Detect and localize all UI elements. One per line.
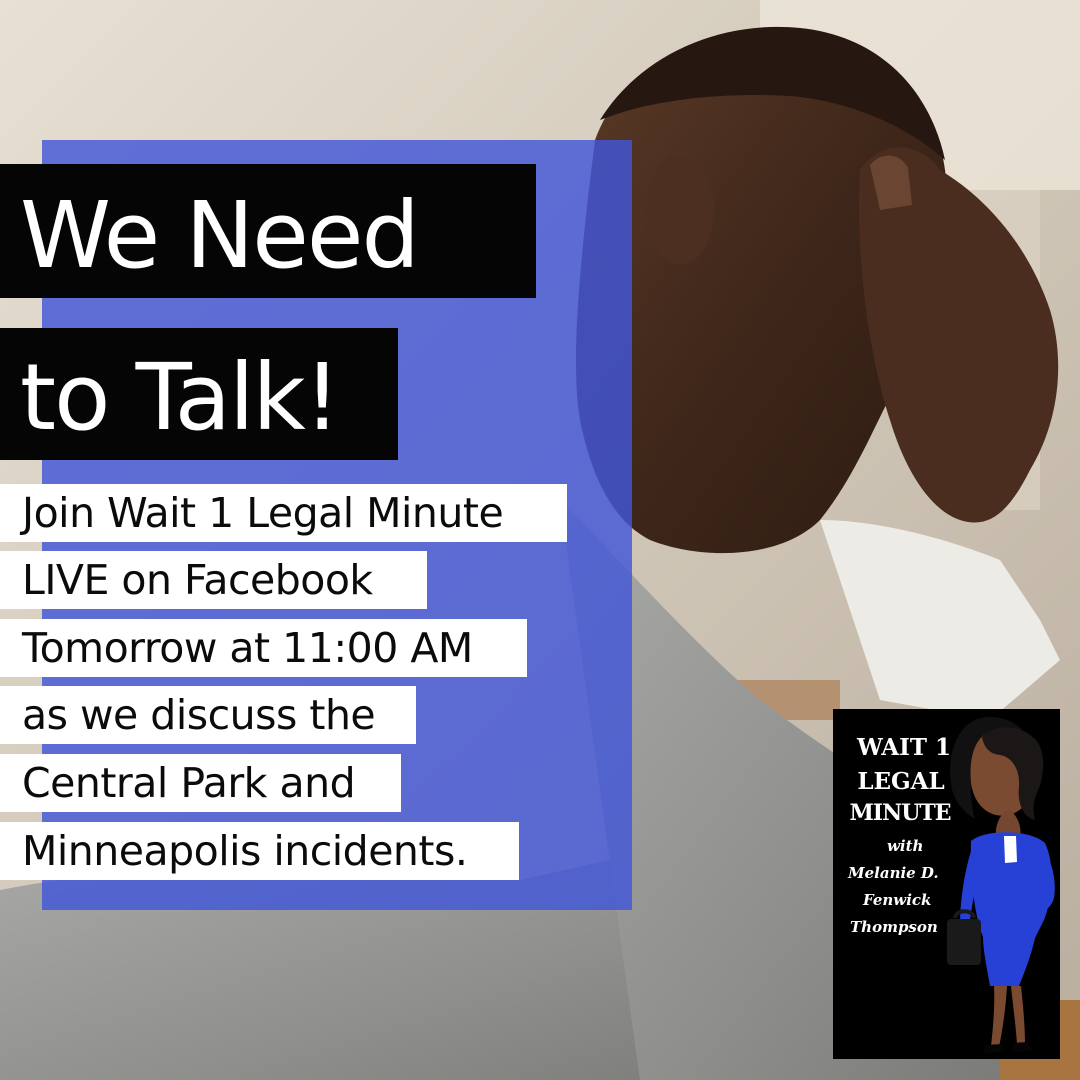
logo-host-name-line-2: Fenwick bbox=[863, 891, 932, 909]
logo-host-name-line-1: Melanie D. bbox=[848, 864, 939, 882]
detail-line-6: Minneapolis incidents. bbox=[0, 822, 519, 880]
cartoon-host-illustration bbox=[947, 717, 1055, 1053]
detail-line-3: Tomorrow at 11:00 AM bbox=[0, 619, 527, 677]
headline-line-1: We Need bbox=[0, 164, 536, 298]
detail-line-1: Join Wait 1 Legal Minute bbox=[0, 484, 567, 542]
headline-line-2: to Talk! bbox=[0, 328, 398, 460]
show-logo: WAIT 1 LEGAL MINUTE with Melanie D. Fenw… bbox=[833, 709, 1060, 1059]
detail-line-5: Central Park and bbox=[0, 754, 401, 812]
detail-line-4: as we discuss the bbox=[0, 686, 416, 744]
promo-graphic: We Need to Talk! Join Wait 1 Legal Minut… bbox=[0, 0, 1080, 1080]
logo-host-name-line-3: Thompson bbox=[850, 918, 938, 936]
logo-with-text: with bbox=[887, 837, 924, 855]
detail-line-2: LIVE on Facebook bbox=[0, 551, 427, 609]
